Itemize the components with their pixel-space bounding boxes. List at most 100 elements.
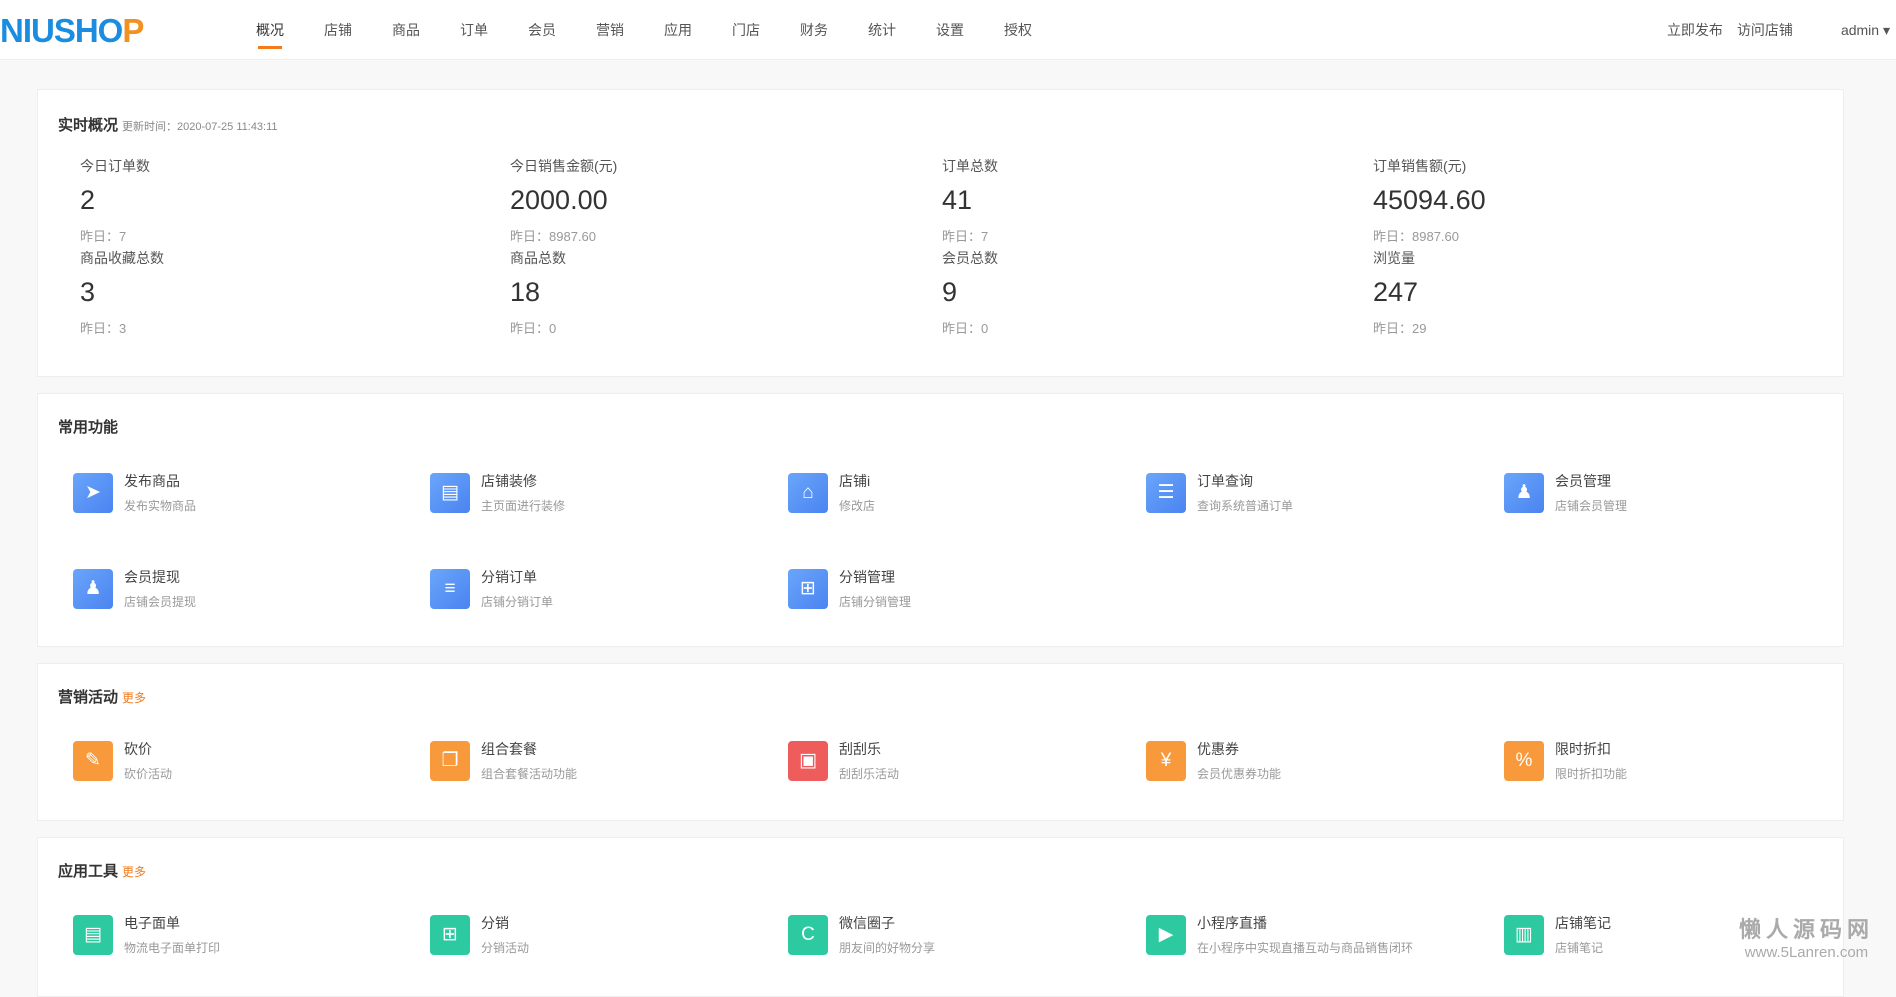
function-desc: 会员优惠券功能 (1197, 767, 1282, 781)
function-title: 发布商品 (124, 473, 180, 489)
nav-item[interactable]: 会员 (508, 0, 576, 60)
function-icon: ▤ (73, 914, 113, 955)
stat-item: 订单总数 41 昨日：7 (942, 156, 1342, 245)
function-title: 分销 (481, 915, 509, 931)
nav-item[interactable]: 店铺 (304, 0, 372, 60)
function-desc: 朋友间的好物分享 (839, 941, 936, 955)
function-item[interactable]: ▣ 刮刮乐刮刮乐活动 (788, 739, 1108, 782)
function-item[interactable]: % 限时折扣 限时折扣功能 (1504, 739, 1824, 782)
function-title: 会员提现 (124, 569, 180, 585)
function-item[interactable]: ☰ 订单查询查询系统普通订单 (1146, 471, 1466, 514)
stat-item: 商品收藏总数 3 昨日：3 (80, 248, 480, 337)
watermark-url: www.5Lanren.com (1744, 944, 1869, 961)
function-desc: 查询系统普通订单 (1197, 499, 1294, 513)
function-title: 微信圈子 (839, 915, 895, 931)
overview-title: 实时概况 更新时间：2020-07-25 11:43:11 (58, 114, 278, 135)
function-item[interactable]: ¥ 优惠券 会员优惠券功能 (1146, 739, 1466, 782)
nav-item[interactable]: 营销 (576, 0, 644, 60)
tools-title-text: 应用工具 (58, 863, 119, 880)
function-desc: 店铺笔记 (1555, 941, 1604, 955)
function-item[interactable]: ▶ 小程序直播 在小程序中实现直播互动与商品销售闭环 (1146, 913, 1466, 956)
function-title: 刮刮乐 (839, 741, 881, 757)
function-desc: 店铺分销管理 (839, 595, 912, 609)
nav-item[interactable]: 应用 (644, 0, 712, 60)
function-icon: ☰ (1146, 472, 1186, 513)
function-desc: 刮刮乐活动 (839, 767, 900, 781)
stat-item: 今日订单数 2 昨日：7 (80, 156, 480, 245)
stat-item: 今日销售金额(元) 2000.00 昨日：8987.60 (510, 156, 910, 245)
function-item[interactable]: ⊞ 分销 分销活动 (430, 913, 750, 956)
publish-link[interactable]: 立即发布 (1667, 0, 1723, 60)
function-desc: 店铺会员管理 (1555, 499, 1628, 513)
nav-item[interactable]: 财务 (780, 0, 848, 60)
stat-value: 9 (942, 277, 958, 307)
function-item[interactable]: ⊞ 分销管理店铺分销管理 (788, 567, 1108, 610)
function-title: 优惠券 (1197, 741, 1239, 757)
stat-value: 3 (80, 277, 96, 307)
stat-yesterday: 昨日：0 (510, 321, 557, 336)
function-title: 订单查询 (1197, 473, 1253, 489)
function-item[interactable]: ♟ 会员管理 店铺会员管理 (1504, 471, 1824, 514)
common-functions-card: 常用功能 ➤ 发布商品 发布实物商品 ▤ 店铺装修 主页面进行装修 ⌂ 店铺i 修改店 ☰ 订单查询… (37, 393, 1844, 647)
stat-label: 今日订单数 (80, 158, 150, 174)
function-icon: ❐ (430, 740, 470, 781)
stat-value: 247 (1373, 277, 1419, 307)
function-item[interactable]: ▤ 店铺装修 主页面进行装修 (430, 471, 750, 514)
tools-card: 应用工具 更多 ▤ 电子面单 物流电子面单打印 ⊞ 分销 分销活动 C 微信圈子 朋友间的好物分享… (37, 837, 1844, 997)
function-desc: 修改店 (839, 499, 876, 513)
function-icon: ▶ (1146, 914, 1186, 955)
function-item[interactable]: ➤ 发布商品 发布实物商品 (73, 471, 393, 514)
function-item[interactable]: C 微信圈子 朋友间的好物分享 (788, 913, 1108, 956)
stat-item: 商品总数 18 昨日：0 (510, 248, 910, 337)
stat-value: 45094.60 (1373, 185, 1486, 215)
nav-item[interactable]: 授权 (984, 0, 1052, 60)
function-item[interactable]: ❐ 组合套餐 组合套餐活动功能 (430, 739, 750, 782)
nav-item[interactable]: 统计 (848, 0, 916, 60)
user-menu[interactable]: admin ▾ (1841, 0, 1890, 60)
stat-label: 订单总数 (942, 158, 998, 174)
niushop-logo[interactable]: NIUSHOP (0, 12, 144, 50)
function-desc: 分销活动 (481, 941, 530, 955)
function-title: 限时折扣 (1555, 741, 1611, 757)
function-item[interactable]: ⌂ 店铺i 修改店 (788, 471, 1108, 514)
function-icon: ⊞ (788, 568, 828, 609)
marketing-more-link[interactable]: 更多 (122, 691, 146, 705)
stat-yesterday: 昨日：8987.60 (1373, 229, 1459, 244)
watermark-name: 懒人源码网 (1738, 917, 1874, 942)
function-title: 电子面单 (124, 915, 180, 931)
function-icon: ▥ (1504, 914, 1544, 955)
stat-value: 2000.00 (510, 185, 608, 215)
function-title: 分销管理 (839, 569, 895, 585)
nav-item[interactable]: 订单 (440, 0, 508, 60)
stat-value: 41 (942, 185, 973, 215)
function-title: 会员管理 (1555, 473, 1611, 489)
function-title: 店铺i (839, 473, 871, 489)
function-title: 店铺笔记 (1555, 915, 1611, 931)
function-icon: ▣ (788, 740, 828, 781)
function-item[interactable]: ▤ 电子面单 物流电子面单打印 (73, 913, 393, 956)
function-item[interactable]: ♟ 会员提现 店铺会员提现 (73, 567, 393, 610)
overview-card: 实时概况 更新时间：2020-07-25 11:43:11 今日订单数 2 昨日：7 今… (37, 89, 1844, 377)
tools-more-link[interactable]: 更多 (122, 865, 146, 879)
nav-item[interactable]: 概况 (236, 0, 304, 60)
function-icon: ♟ (73, 568, 113, 609)
function-desc: 发布实物商品 (124, 499, 197, 513)
logo-text: NIUSHO (0, 12, 123, 49)
watermark: 懒人源码网 www.5Lanren.com (1739, 912, 1874, 961)
nav-item[interactable]: 门店 (712, 0, 780, 60)
stat-label: 今日销售金额(元) (510, 158, 618, 174)
stat-item: 订单销售额(元) 45094.60 昨日：8987.60 (1373, 156, 1773, 245)
visit-store-link[interactable]: 访问店铺 (1737, 0, 1793, 60)
stat-label: 商品收藏总数 (80, 250, 164, 266)
stat-yesterday: 昨日：7 (80, 229, 127, 244)
function-desc: 砍价活动 (124, 767, 173, 781)
stat-label: 商品总数 (510, 250, 566, 266)
stat-label: 会员总数 (942, 250, 998, 266)
function-item[interactable]: ✎ 砍价 砍价活动 (73, 739, 393, 782)
nav-item[interactable]: 设置 (916, 0, 984, 60)
function-icon: ✎ (73, 740, 113, 781)
nav-item[interactable]: 商品 (372, 0, 440, 60)
main-nav: 概况 店铺 商品 订单 会员 营销 应用 门店 财务 统计 设置 授权 (236, 0, 1052, 60)
stat-label: 浏览量 (1373, 250, 1415, 266)
function-item[interactable]: ≡ 分销订单 店铺分销订单 (430, 567, 750, 610)
